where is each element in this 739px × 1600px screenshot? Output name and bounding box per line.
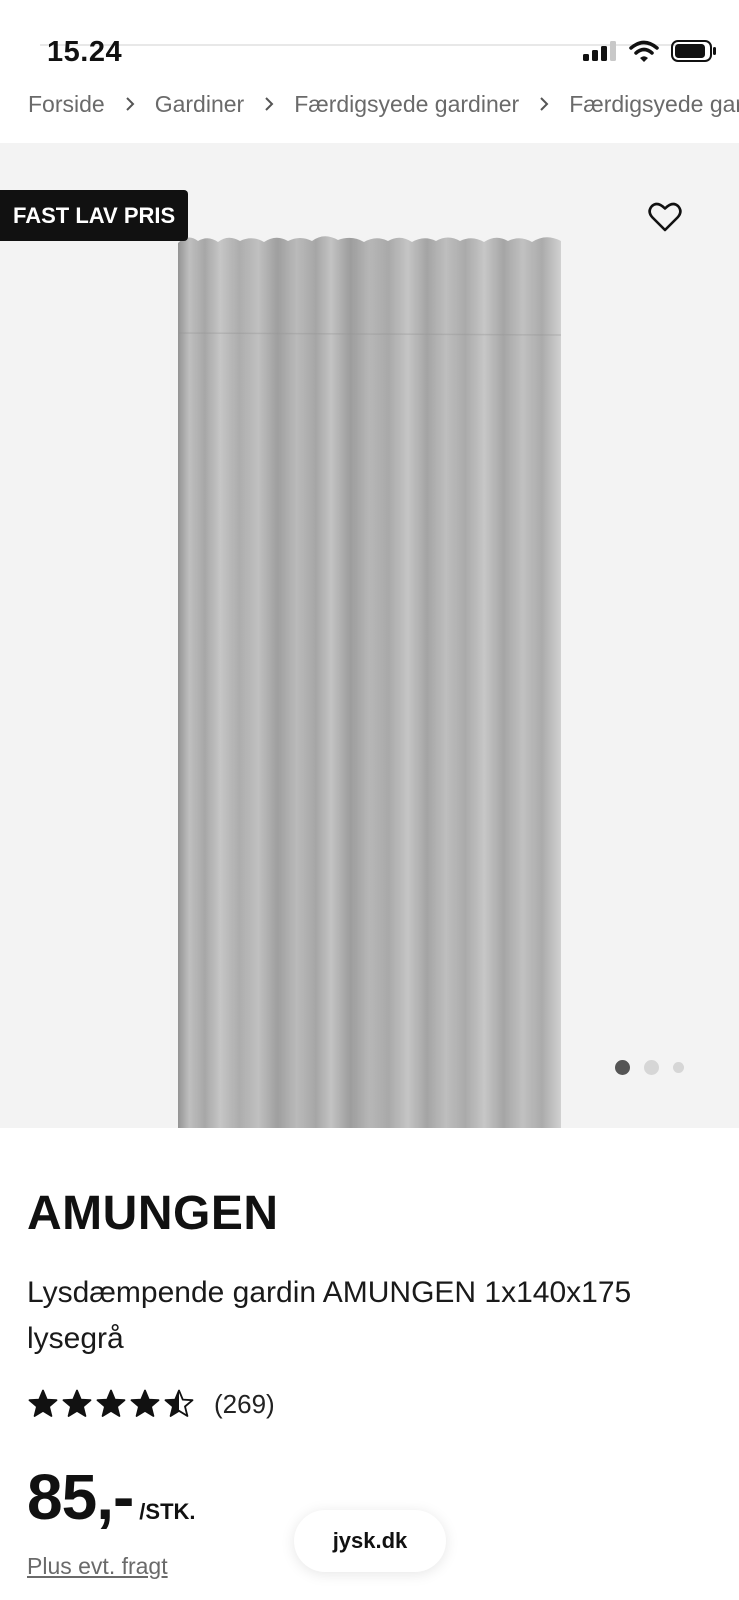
battery-icon [671, 40, 717, 67]
price-unit: /STK. [139, 1499, 196, 1524]
star-full-icon [130, 1389, 160, 1417]
gallery-pagination [615, 1060, 684, 1075]
star-full-icon [28, 1389, 58, 1417]
breadcrumb-item-forside[interactable]: Forside [28, 91, 105, 118]
chevron-right-icon [264, 96, 274, 112]
favorite-button[interactable] [648, 202, 682, 236]
breadcrumb-item-faerdigsyede-gardiner[interactable]: Færdigsyede gardiner [294, 91, 519, 118]
star-full-icon [96, 1389, 126, 1417]
wifi-icon [629, 40, 659, 67]
product-price: 85,- [27, 1461, 134, 1533]
star-full-icon [62, 1389, 92, 1417]
status-time: 15.24 [47, 36, 123, 68]
status-bar: 15.24 [0, 0, 739, 80]
rating-count: (269) [214, 1388, 275, 1419]
chevron-right-icon [539, 96, 549, 112]
product-image-gallery[interactable]: FAST LAV PRIS [0, 143, 739, 1128]
gallery-dot[interactable] [644, 1060, 659, 1075]
gallery-dot-active[interactable] [615, 1060, 630, 1075]
product-rating[interactable]: (269) [28, 1384, 275, 1424]
gallery-dot[interactable] [673, 1062, 684, 1073]
product-image [178, 235, 561, 1128]
heart-outline-icon [648, 202, 682, 237]
status-icons [583, 40, 717, 67]
breadcrumb-item-gardiner[interactable]: Gardiner [155, 91, 244, 118]
cellular-signal-icon [583, 41, 617, 66]
breadcrumb: Forside Gardiner Færdigsyede gardiner Fæ… [28, 84, 739, 124]
product-brand: AMUNGEN [27, 1187, 279, 1240]
browser-url-pill[interactable]: jysk.dk [294, 1510, 446, 1572]
price-badge: FAST LAV PRIS [0, 190, 189, 241]
product-description: Lysdæmpende gardin AMUNGEN 1x140x175 lys… [27, 1276, 632, 1355]
chevron-right-icon [125, 96, 135, 112]
breadcrumb-item-current[interactable]: Færdigsyede gardiner [569, 91, 739, 118]
star-half-icon [164, 1389, 194, 1417]
rating-stars [28, 1389, 194, 1419]
shipping-link[interactable]: Plus evt. fragt [27, 1553, 168, 1580]
price-row: 85,- /STK. [27, 1460, 196, 1533]
